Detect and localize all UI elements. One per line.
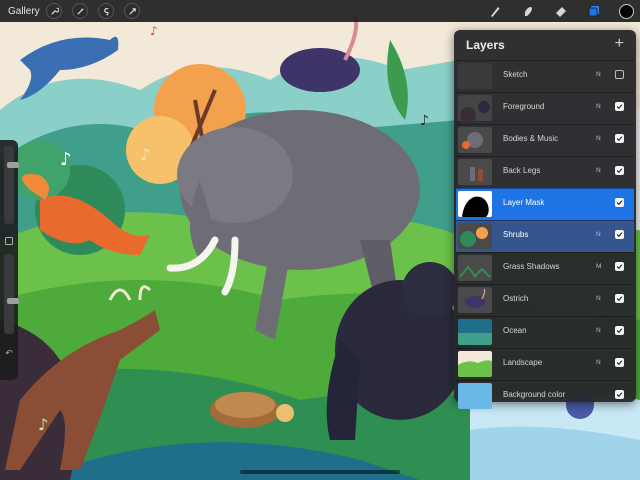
top-toolbar: Gallery: [0, 0, 640, 22]
blend-mode-button[interactable]: N: [596, 71, 601, 78]
smudge-icon[interactable]: [520, 3, 536, 19]
layer-name: Shrubs: [503, 230, 529, 239]
layer-thumbnail[interactable]: [458, 95, 492, 121]
layer-thumbnail[interactable]: [458, 383, 492, 409]
modify-button[interactable]: [5, 237, 13, 245]
layer-thumbnail[interactable]: [458, 63, 492, 89]
layer-name: Layer Mask: [503, 198, 545, 207]
visibility-checkbox[interactable]: [615, 262, 624, 271]
layer-name: Foreground: [503, 102, 545, 111]
magic-wand-icon[interactable]: [72, 3, 88, 19]
layer-name: Bodies & Music: [503, 134, 559, 143]
brush-size-knob[interactable]: [7, 162, 19, 168]
layers-icon[interactable]: [586, 3, 602, 19]
layer-thumbnail[interactable]: [458, 351, 492, 377]
undo-icon[interactable]: ↶: [3, 348, 15, 358]
blend-mode-button[interactable]: N: [596, 103, 601, 110]
add-layer-button[interactable]: +: [615, 36, 624, 52]
layer-name: Ocean: [503, 326, 527, 335]
layer-name: Landscape: [503, 358, 543, 367]
visibility-checkbox[interactable]: [615, 326, 624, 335]
layers-header: Layers: [454, 30, 636, 60]
layer-name: Sketch: [503, 70, 528, 79]
layer-row[interactable]: Grass Shadows M: [456, 252, 634, 284]
blend-mode-button[interactable]: N: [596, 295, 601, 302]
blend-mode-button[interactable]: M: [596, 263, 601, 270]
wrench-icon[interactable]: [46, 3, 62, 19]
visibility-checkbox[interactable]: [615, 134, 624, 143]
layer-row[interactable]: Landscape N: [456, 348, 634, 380]
layer-thumbnail[interactable]: [458, 223, 492, 249]
color-swatch[interactable]: [619, 3, 634, 19]
visibility-checkbox[interactable]: [615, 102, 624, 111]
layer-row[interactable]: Back Legs N: [456, 156, 634, 188]
visibility-checkbox[interactable]: [615, 358, 624, 367]
left-sidebar: ↶: [0, 140, 19, 380]
layer-name: Grass Shadows: [503, 262, 560, 271]
layer-name: Ostrich: [503, 294, 529, 303]
visibility-checkbox[interactable]: [615, 294, 624, 303]
layer-row[interactable]: Layer Mask: [456, 188, 634, 220]
right-tools: [487, 0, 640, 22]
layer-name: Background color: [503, 390, 566, 399]
layer-thumbnail[interactable]: [458, 287, 492, 313]
layer-thumbnail[interactable]: [458, 255, 492, 281]
visibility-checkbox[interactable]: [615, 166, 624, 175]
layer-thumbnail[interactable]: [458, 159, 492, 185]
layer-row[interactable]: Foreground N: [456, 92, 634, 124]
layer-row[interactable]: Sketch N: [456, 60, 634, 92]
visibility-checkbox[interactable]: [615, 198, 624, 207]
visibility-checkbox[interactable]: [615, 390, 624, 399]
gallery-button[interactable]: Gallery: [8, 6, 40, 17]
layer-row[interactable]: Ostrich N: [456, 284, 634, 316]
brush-icon[interactable]: [487, 3, 503, 19]
layer-row[interactable]: Bodies & Music N: [456, 124, 634, 156]
eraser-icon[interactable]: [553, 3, 569, 19]
visibility-checkbox[interactable]: [615, 230, 624, 239]
layers-panel: Layers + Sketch N Foreground N Bodies & Musi…: [454, 30, 636, 409]
transform-icon[interactable]: [124, 3, 140, 19]
layer-row[interactable]: Shrubs N: [456, 220, 634, 252]
layer-list: Sketch N Foreground N Bodies & Music N Back Le…: [456, 60, 634, 412]
svg-text:♪: ♪: [60, 149, 72, 170]
layer-row[interactable]: Background color: [456, 380, 634, 412]
selection-icon[interactable]: [98, 3, 114, 19]
blend-mode-button[interactable]: N: [596, 135, 601, 142]
svg-text:♪: ♪: [38, 415, 48, 434]
layer-thumbnail[interactable]: [458, 127, 492, 153]
svg-text:♪: ♪: [140, 145, 150, 164]
layers-title: Layers: [466, 38, 505, 52]
visibility-checkbox[interactable]: [615, 70, 624, 79]
blend-mode-button[interactable]: N: [596, 327, 601, 334]
svg-text:♪: ♪: [420, 113, 429, 129]
layer-thumbnail[interactable]: [458, 191, 492, 217]
blend-mode-button[interactable]: N: [596, 167, 601, 174]
home-indicator: [240, 470, 400, 474]
brush-size-slider[interactable]: [4, 146, 19, 224]
layer-row[interactable]: Ocean N: [456, 316, 634, 348]
opacity-knob[interactable]: [7, 298, 19, 304]
blend-mode-button[interactable]: N: [596, 359, 601, 366]
svg-text:♪: ♪: [150, 24, 158, 38]
blend-mode-button[interactable]: N: [596, 231, 601, 238]
layer-name: Back Legs: [503, 166, 541, 175]
opacity-slider[interactable]: [4, 254, 19, 334]
layer-thumbnail[interactable]: [458, 319, 492, 345]
